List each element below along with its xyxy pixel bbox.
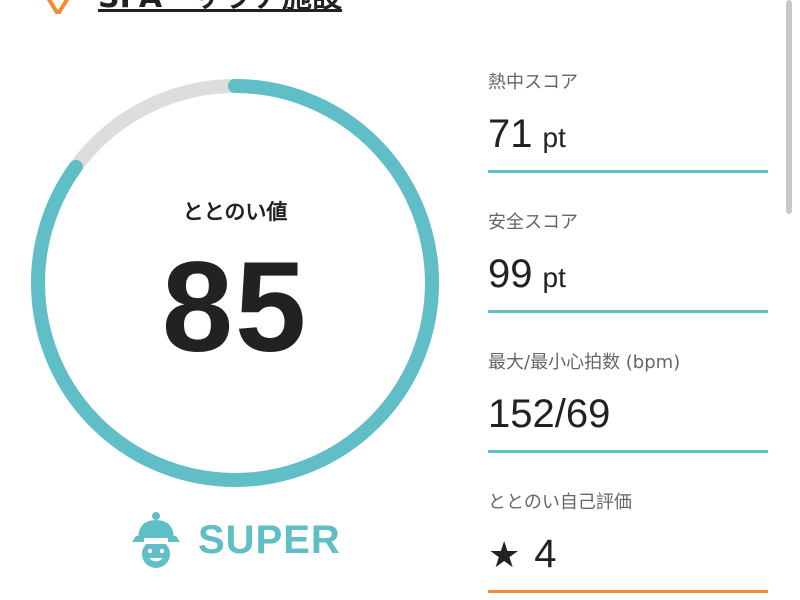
result-screen: SPA・サウナ施設 ととのい値 85 SUPER 熱中スコア 71 pt	[0, 0, 800, 600]
gauge-label: ととのい値	[182, 200, 288, 224]
star-icon: ★	[488, 534, 521, 575]
self-rating-number: 4	[534, 532, 557, 576]
self-rating-value: ★ 4	[488, 532, 557, 577]
location-pin-icon	[46, 0, 70, 14]
heart-rate-label: 最大/最小心拍数 (bpm)	[488, 352, 681, 373]
rank-badge: SUPER	[130, 508, 341, 572]
facility-name-link[interactable]: SPA・サウナ施設	[98, 0, 342, 16]
heart-rate-number: 152/69	[488, 392, 611, 436]
safety-score-number: 99	[488, 252, 533, 296]
totonoi-gauge: ととのい値 85	[30, 78, 440, 488]
score-list: 熱中スコア 71 pt 安全スコア 99 pt 最大/最小心拍数 (bpm) 1…	[488, 56, 768, 600]
heat-score-number: 71	[488, 112, 533, 156]
divider	[488, 310, 768, 313]
sauna-hat-face-icon	[132, 512, 180, 568]
safety-score-label: 安全スコア	[488, 212, 578, 233]
heat-score-unit: pt	[542, 122, 566, 153]
heat-score-value: 71 pt	[488, 112, 566, 157]
heat-score-label: 熱中スコア	[488, 72, 578, 93]
rank-label: SUPER	[198, 517, 341, 562]
heat-score-row: 熱中スコア 71 pt	[488, 56, 768, 196]
divider	[488, 450, 768, 453]
divider	[488, 590, 768, 593]
facility-header: SPA・サウナ施設	[0, 0, 800, 15]
divider	[488, 170, 768, 173]
heart-rate-value: 152/69	[488, 392, 610, 437]
self-rating-label: ととのい自己評価	[488, 492, 632, 513]
safety-score-row: 安全スコア 99 pt	[488, 196, 768, 336]
self-rating-row: ととのい自己評価 ★ 4	[488, 476, 768, 600]
safety-score-value: 99 pt	[488, 252, 566, 297]
gauge-value: 85	[161, 236, 309, 379]
safety-score-unit: pt	[542, 262, 566, 293]
heart-rate-row: 最大/最小心拍数 (bpm) 152/69	[488, 336, 768, 476]
scrollbar[interactable]	[786, 0, 792, 214]
